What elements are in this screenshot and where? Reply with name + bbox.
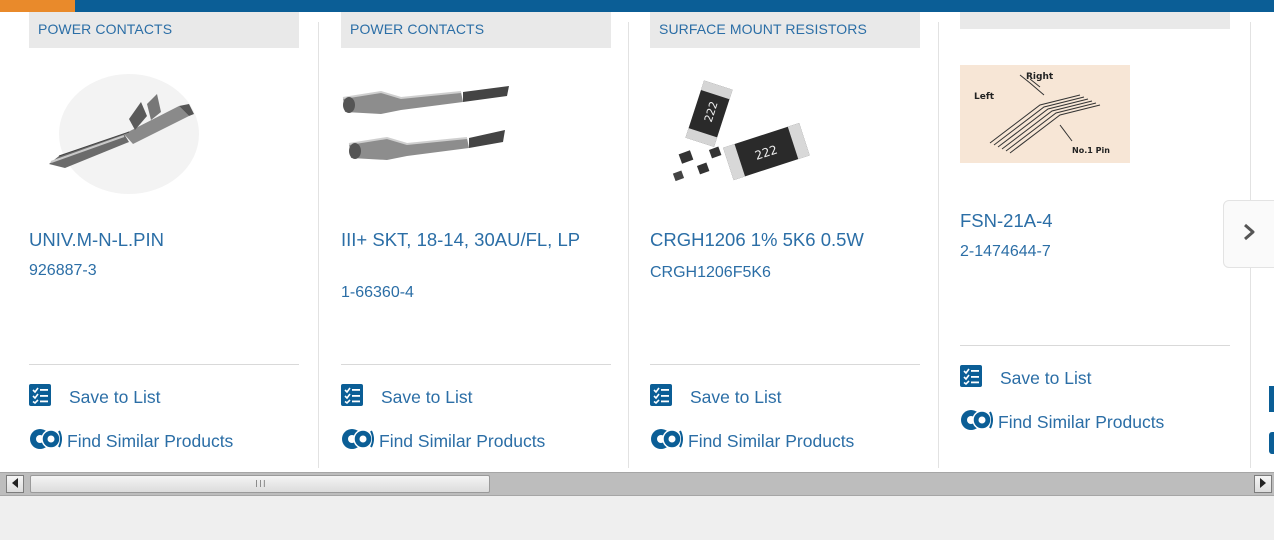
part-number[interactable]: 926887-3 [29, 262, 97, 280]
checklist-icon [341, 383, 363, 411]
checklist-icon [960, 364, 982, 392]
card-separator [938, 22, 939, 468]
product-image-smd-resistors[interactable]: 222 222 [650, 64, 820, 194]
product-card: POWER CONTACTS III+ SKT, 18-14, 30AU/FL,… [341, 12, 611, 472]
card-divider [341, 364, 611, 365]
product-name[interactable]: CRGH1206 1% 5K6 0.5W [650, 230, 912, 250]
part-number[interactable]: CRGH1206F5K6 [650, 264, 771, 282]
save-to-list-button[interactable]: Save to List [341, 383, 473, 411]
gears-icon [1269, 432, 1274, 454]
find-similar-products-button[interactable]: Find Similar Products [960, 409, 1164, 435]
left-triangle-icon [11, 475, 19, 493]
save-to-list-button[interactable]: Save to List [960, 364, 1092, 392]
orange-accent-strip [0, 0, 75, 12]
card-divider [650, 364, 920, 365]
save-to-list-label: Save to List [381, 386, 473, 407]
save-to-list-label: Save to List [69, 386, 161, 407]
save-to-list-label: Save to List [690, 386, 782, 407]
card-separator [628, 22, 629, 468]
scrollbar-thumb[interactable]: III [30, 475, 490, 493]
diagram-label-left: Left [974, 92, 995, 102]
save-to-list-label: Save to List [1000, 367, 1092, 388]
top-accent-bar [0, 0, 1274, 12]
product-name[interactable]: III+ SKT, 18-14, 30AU/FL, LP [341, 230, 603, 250]
save-to-list-button[interactable]: Save to List [29, 383, 161, 411]
card-divider [29, 364, 299, 365]
chevron-right-icon [1242, 223, 1256, 246]
find-similar-products-button[interactable]: Find Similar Products [29, 428, 233, 454]
checklist-icon [650, 383, 672, 411]
find-similar-label: Find Similar Products [688, 430, 855, 451]
part-number[interactable]: 1-66360-4 [341, 284, 414, 302]
gears-icon [960, 407, 994, 438]
diagram-label-pin: No.1 Pin [1072, 146, 1110, 155]
product-carousel-page: POWER CONTACTS UNIV.M-N-L.PIN 926887-3 S… [0, 0, 1274, 540]
right-triangle-icon [1259, 475, 1267, 493]
product-card: SURFACE MOUNT RESISTORS 222 222 CRGH1206… [650, 12, 920, 472]
product-name[interactable]: FSN-21A-4 [960, 211, 1222, 231]
category-label[interactable] [960, 12, 1230, 29]
part-number[interactable]: 2-1474644-7 [960, 243, 1051, 261]
gears-icon [341, 426, 375, 457]
product-image-socket-contacts[interactable] [341, 64, 511, 194]
carousel-viewport: POWER CONTACTS UNIV.M-N-L.PIN 926887-3 S… [0, 12, 1274, 472]
category-label[interactable]: POWER CONTACTS [29, 12, 299, 48]
save-to-list-button[interactable]: Save to List [650, 383, 782, 411]
page-footer-area [0, 496, 1274, 540]
product-card: POWER CONTACTS UNIV.M-N-L.PIN 926887-3 S… [29, 12, 299, 472]
diagram-label-right: Right [1026, 72, 1054, 82]
find-similar-label: Find Similar Products [998, 411, 1165, 432]
checklist-icon [1269, 386, 1274, 412]
checklist-icon [29, 383, 51, 411]
find-similar-products-button[interactable]: Find Similar Products [341, 428, 545, 454]
product-image-flat-cable-diagram[interactable]: Right Left No.1 Pin [960, 65, 1130, 163]
carousel-next-button[interactable] [1223, 200, 1274, 268]
find-similar-label: Find Similar Products [67, 430, 234, 451]
scroll-left-button[interactable] [6, 475, 24, 493]
gears-icon [29, 426, 63, 457]
horizontal-scrollbar[interactable]: III [0, 472, 1274, 496]
find-similar-products-button[interactable]: Find Similar Products [650, 428, 854, 454]
category-label[interactable]: POWER CONTACTS [341, 12, 611, 48]
product-name[interactable]: UNIV.M-N-L.PIN [29, 230, 291, 250]
product-card: Right Left No.1 Pin FSN-21A-4 2-1474644-… [960, 12, 1230, 453]
scrollbar-grip: III [255, 479, 267, 490]
card-separator [318, 22, 319, 468]
scroll-right-button[interactable] [1254, 475, 1272, 493]
find-similar-label: Find Similar Products [379, 430, 546, 451]
product-image-pin-contact[interactable] [29, 64, 199, 194]
gears-icon [650, 426, 684, 457]
category-label[interactable]: SURFACE MOUNT RESISTORS [650, 12, 920, 48]
card-divider [960, 345, 1230, 346]
